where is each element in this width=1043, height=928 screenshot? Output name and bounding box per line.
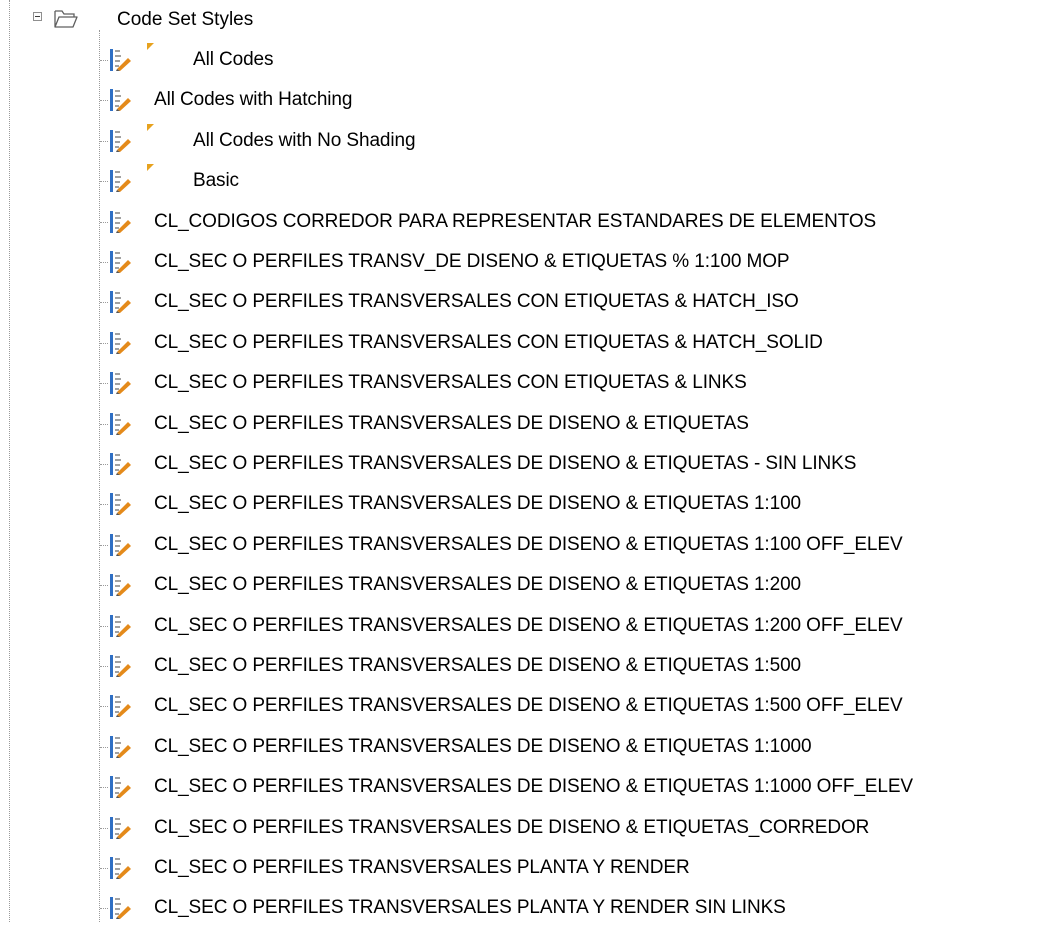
code-set-style-icon bbox=[110, 129, 131, 152]
tree-item[interactable]: CL_SEC O PERFILES TRANSVERSALES CON ETIQ… bbox=[0, 282, 1043, 322]
tree-item-label: CL_SEC O PERFILES TRANSVERSALES DE DISEN… bbox=[154, 695, 903, 717]
tree-item-label: All Codes with Hatching bbox=[154, 89, 353, 111]
collapse-toggle-icon[interactable] bbox=[33, 12, 42, 21]
tree-connector-line bbox=[100, 302, 108, 304]
tree-item[interactable]: CL_SEC O PERFILES TRANSVERSALES DE DISEN… bbox=[0, 444, 1043, 484]
tree-item[interactable]: CL_SEC O PERFILES TRANSVERSALES DE DISEN… bbox=[0, 686, 1043, 726]
tree-connector-line bbox=[100, 140, 108, 142]
tree-item[interactable]: CL_SEC O PERFILES TRANSVERSALES DE DISEN… bbox=[0, 404, 1043, 444]
tree-connector-line bbox=[100, 706, 108, 708]
tree-item[interactable]: CL_SEC O PERFILES TRANSVERSALES PLANTA Y… bbox=[0, 888, 1043, 928]
tree-item[interactable]: CL_SEC O PERFILES TRANSVERSALES DE DISEN… bbox=[0, 767, 1043, 807]
code-set-style-icon bbox=[110, 493, 131, 516]
tree-connector-line bbox=[100, 464, 108, 465]
tree-item-label: CL_SEC O PERFILES TRANSVERSALES DE DISEN… bbox=[154, 776, 913, 798]
code-set-style-icon bbox=[110, 816, 131, 839]
tree-item-label: CL_SEC O PERFILES TRANSVERSALES DE DISEN… bbox=[154, 735, 812, 757]
tree-item[interactable]: CL_SEC O PERFILES TRANSVERSALES DE DISEN… bbox=[0, 606, 1043, 646]
code-set-style-icon bbox=[110, 776, 131, 799]
tree-item-label: All Codes bbox=[193, 49, 274, 70]
tree-item-label: CL_SEC O PERFILES TRANSVERSALES CON ETIQ… bbox=[154, 372, 747, 394]
tree-item-label: CL_SEC O PERFILES TRANSVERSALES DE DISEN… bbox=[154, 453, 857, 474]
tree-item[interactable]: CL_CODIGOS CORREDOR PARA REPRESENTAR EST… bbox=[0, 202, 1043, 242]
code-set-style-icon bbox=[110, 49, 131, 71]
tree-connector-line bbox=[100, 423, 108, 425]
code-set-style-icon bbox=[110, 331, 131, 354]
tree-item-label: CL_SEC O PERFILES TRANSVERSALES DE DISEN… bbox=[154, 655, 802, 676]
tree-item[interactable]: All Codes bbox=[0, 40, 1043, 80]
tree-item[interactable]: CL_SEC O PERFILES TRANSVERSALES CON ETIQ… bbox=[0, 363, 1043, 403]
tree-item-label: CL_SEC O PERFILES TRANSVERSALES PLANTA Y… bbox=[154, 897, 786, 919]
tree-item[interactable]: CL_SEC O PERFILES TRANSVERSALES CON ETIQ… bbox=[0, 323, 1043, 363]
code-set-style-icon bbox=[110, 897, 131, 920]
tree-item[interactable]: Basic bbox=[0, 161, 1043, 201]
tree-item-label: CL_SEC O PERFILES TRANSVERSALES DE DISEN… bbox=[154, 493, 802, 515]
modified-flag-icon bbox=[147, 123, 154, 131]
modified-flag-icon bbox=[147, 164, 154, 172]
tree-connector-line bbox=[100, 504, 108, 506]
modified-flag-icon bbox=[147, 43, 154, 50]
tree-item[interactable]: CL_SEC O PERFILES TRANSVERSALES DE DISEN… bbox=[0, 525, 1043, 565]
tree-item-label: CL_SEC O PERFILES TRANSVERSALES PLANTA Y… bbox=[154, 857, 690, 878]
tree-connector-line bbox=[100, 868, 108, 869]
tree-connector-line bbox=[100, 585, 108, 587]
tree-item-label: CL_SEC O PERFILES TRANSVERSALES DE DISEN… bbox=[154, 412, 749, 434]
code-set-style-icon bbox=[110, 372, 131, 395]
tree-item[interactable]: CL_SEC O PERFILES TRANSVERSALES DE DISEN… bbox=[0, 565, 1043, 605]
tree-connector-line bbox=[100, 666, 108, 667]
tree-connector-line bbox=[100, 221, 108, 223]
tree-connector-line bbox=[100, 625, 108, 627]
tree-connector-line bbox=[100, 181, 108, 183]
tree-item[interactable]: CL_SEC O PERFILES TRANSVERSALES DE DISEN… bbox=[0, 646, 1043, 686]
tree-connector-line bbox=[100, 100, 108, 102]
tree-item[interactable]: CL_SEC O PERFILES TRANSV_DE DISENO & ETI… bbox=[0, 242, 1043, 282]
code-set-style-icon bbox=[110, 695, 131, 718]
tree-item[interactable]: All Codes with No Shading bbox=[0, 121, 1043, 161]
tree-item-label: CL_SEC O PERFILES TRANSVERSALES DE DISEN… bbox=[154, 614, 903, 636]
code-set-style-icon bbox=[110, 291, 131, 314]
code-set-style-icon bbox=[110, 655, 131, 677]
code-set-style-icon bbox=[110, 210, 131, 233]
tree-item-label: Basic bbox=[193, 170, 239, 192]
tree-item-label: CL_SEC O PERFILES TRANSVERSALES DE DISEN… bbox=[154, 574, 802, 596]
tree-connector-line bbox=[100, 746, 108, 748]
tree-item-label: CL_SEC O PERFILES TRANSVERSALES CON ETIQ… bbox=[154, 291, 799, 313]
tree-item[interactable]: CL_SEC O PERFILES TRANSVERSALES DE DISEN… bbox=[0, 484, 1043, 524]
tree-item[interactable]: CL_SEC O PERFILES TRANSVERSALES DE DISEN… bbox=[0, 808, 1043, 848]
open-folder-icon bbox=[54, 10, 78, 28]
tree-connector-line bbox=[100, 262, 108, 263]
code-set-style-icon bbox=[110, 412, 131, 435]
tree-connector-line bbox=[100, 827, 108, 829]
tree-item[interactable]: All Codes with Hatching bbox=[0, 80, 1043, 120]
tree-item-label: CL_SEC O PERFILES TRANSVERSALES CON ETIQ… bbox=[154, 331, 823, 353]
tree-item-label: CL_SEC O PERFILES TRANSV_DE DISENO & ETI… bbox=[154, 251, 790, 272]
tree-item-label: CL_SEC O PERFILES TRANSVERSALES DE DISEN… bbox=[154, 533, 903, 555]
code-set-style-icon bbox=[110, 251, 131, 273]
tree-connector-line bbox=[100, 342, 108, 344]
tree-item-label: All Codes with No Shading bbox=[193, 129, 416, 151]
code-set-style-icon bbox=[110, 170, 131, 193]
code-set-style-icon bbox=[110, 89, 131, 112]
tree-item[interactable]: CL_SEC O PERFILES TRANSVERSALES PLANTA Y… bbox=[0, 848, 1043, 888]
code-set-style-icon bbox=[110, 453, 131, 475]
code-set-style-icon bbox=[110, 574, 131, 597]
tree-root-label: Code Set Styles bbox=[117, 9, 254, 30]
tree-item[interactable]: CL_SEC O PERFILES TRANSVERSALES DE DISEN… bbox=[0, 727, 1043, 767]
code-set-style-icon bbox=[110, 735, 131, 758]
tree-connector-line bbox=[100, 383, 108, 385]
tree-connector-line bbox=[100, 908, 108, 910]
tree-connector-line bbox=[100, 60, 108, 61]
tree-connector-line bbox=[100, 787, 108, 789]
code-set-style-icon bbox=[110, 533, 131, 556]
code-set-style-icon bbox=[110, 614, 131, 637]
tree-connector-line bbox=[100, 544, 108, 546]
tree-item-label: CL_SEC O PERFILES TRANSVERSALES DE DISEN… bbox=[154, 816, 870, 838]
tree-root-node[interactable]: Code Set Styles bbox=[0, 0, 1043, 40]
code-set-styles-tree: Code Set Styles All Codes All Codes with … bbox=[0, 0, 1043, 922]
code-set-style-icon bbox=[110, 857, 131, 879]
tree-item-label: CL_CODIGOS CORREDOR PARA REPRESENTAR EST… bbox=[154, 210, 877, 232]
